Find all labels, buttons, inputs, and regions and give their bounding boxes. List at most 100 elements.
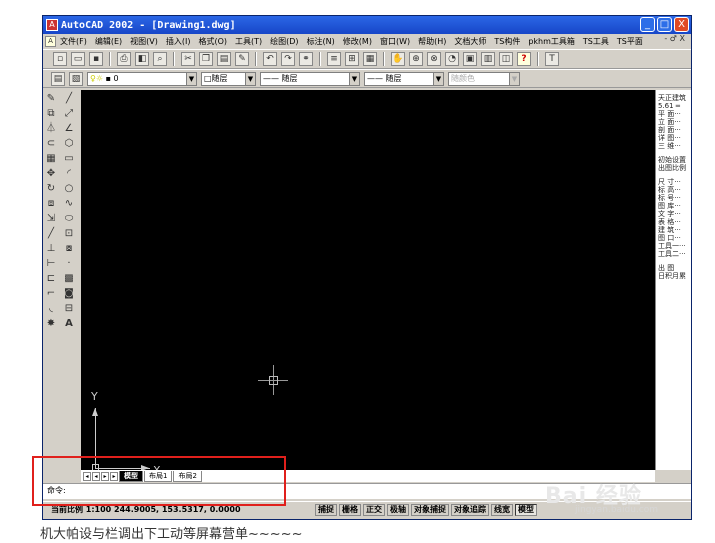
named-views-icon[interactable]: ▦ [363, 52, 377, 66]
circle-icon[interactable]: ○ [62, 182, 76, 195]
hyperlink-icon[interactable]: ⚭ [299, 52, 313, 66]
design-center-icon[interactable]: ▥ [481, 52, 495, 66]
menu-item-table[interactable]: 表 格··· [658, 218, 691, 226]
model-toggle[interactable]: 模型 [515, 503, 537, 516]
menu-item-opening[interactable]: 图 口··· [658, 234, 691, 242]
find-icon[interactable]: ⌕ [153, 52, 167, 66]
move-icon[interactable]: ✥ [44, 167, 58, 180]
menu-item-plot[interactable]: 出 图 [658, 264, 691, 272]
zoom-window-icon[interactable]: ⊗ [427, 52, 441, 66]
lineweight-toggle[interactable]: 线宽 [491, 503, 513, 516]
tracking-icon[interactable]: ≡ [327, 52, 341, 66]
polygon-icon[interactable]: ⬡ [62, 137, 76, 150]
menu-item-elevation[interactable]: 立 面··· [658, 118, 691, 126]
print-preview-icon[interactable]: ◧ [135, 52, 149, 66]
polar-toggle[interactable]: 极轴 [387, 503, 409, 516]
scale-icon[interactable]: ⧈ [44, 197, 58, 210]
layer-manager-icon[interactable]: ▤ [51, 71, 65, 86]
copy-object-icon[interactable]: ⧉ [44, 107, 58, 120]
document-icon[interactable]: A [45, 35, 56, 47]
menu-item-tools1[interactable]: 工具一··· [658, 242, 691, 250]
multiline-text-icon[interactable]: A [62, 317, 76, 330]
hatch-icon[interactable]: ▩ [62, 272, 76, 285]
menu-item-tips[interactable]: 日积月累 [658, 272, 691, 280]
help-icon[interactable]: ? [517, 52, 531, 66]
match-properties-icon[interactable]: ✎ [235, 52, 249, 66]
chevron-down-icon[interactable]: ▼ [245, 72, 255, 85]
menu-ts-plan[interactable]: TS平面 [613, 36, 647, 47]
make-object-layer-current-icon[interactable]: ▧ [69, 71, 83, 86]
menu-item-init-settings[interactable]: 初始设置 [658, 156, 691, 164]
polyline-icon[interactable]: ∠ [62, 122, 76, 135]
minimize-button[interactable]: _ [640, 17, 655, 32]
menu-view[interactable]: 视图(V) [126, 36, 162, 47]
erase-icon[interactable]: ✎ [44, 92, 58, 105]
ucs-icon[interactable]: ⊞ [345, 52, 359, 66]
chevron-down-icon[interactable]: ▼ [186, 72, 196, 85]
osnap-toggle[interactable]: 对象捕捉 [411, 503, 449, 516]
zoom-previous-icon[interactable]: ◔ [445, 52, 459, 66]
undo-icon[interactable]: ↶ [263, 52, 277, 66]
menu-item-3d[interactable]: 三 维··· [658, 142, 691, 150]
point-icon[interactable]: · [62, 257, 76, 270]
rotate-icon[interactable]: ↻ [44, 182, 58, 195]
menu-draw[interactable]: 绘图(D) [266, 36, 302, 47]
otrack-toggle[interactable]: 对象追踪 [451, 503, 489, 516]
close-button[interactable]: X [674, 17, 689, 32]
region-icon[interactable]: ◙ [62, 287, 76, 300]
menu-item-plan[interactable]: 平 面··· [658, 110, 691, 118]
menu-item-detail[interactable]: 详 图··· [658, 134, 691, 142]
menu-dimension[interactable]: 标注(N) [303, 36, 339, 47]
menu-tools[interactable]: 工具(T) [231, 36, 266, 47]
line-icon[interactable]: ╱ [62, 92, 76, 105]
lengthen-icon[interactable]: ╱ [44, 227, 58, 240]
copy-icon[interactable]: ❐ [199, 52, 213, 66]
insert-block-icon[interactable]: ⊡ [62, 227, 76, 240]
menu-item-plot-scale[interactable]: 出图比例 [658, 164, 691, 172]
chevron-down-icon[interactable]: ▼ [349, 72, 359, 85]
menu-window[interactable]: 窗口(W) [376, 36, 414, 47]
drawing-area[interactable]: Y X [81, 90, 655, 477]
properties-icon[interactable]: ▣ [463, 52, 477, 66]
new-file-icon[interactable]: ▫ [53, 52, 67, 66]
array-icon[interactable]: ▦ [44, 152, 58, 165]
menu-modify[interactable]: 修改(M) [339, 36, 376, 47]
mdi-controls[interactable]: - ♂ X [664, 34, 685, 43]
paste-icon[interactable]: ▤ [217, 52, 231, 66]
offset-icon[interactable]: ⊂ [44, 137, 58, 150]
grid-toggle[interactable]: 栅格 [339, 503, 361, 516]
spline-icon[interactable]: ∿ [62, 197, 76, 210]
menu-insert[interactable]: 插入(I) [162, 36, 195, 47]
menu-item-elevation-mark[interactable]: 标 高··· [658, 186, 691, 194]
lineweight-combo[interactable]: —— 随层 ▼ [364, 71, 444, 86]
extend-icon[interactable]: ⊢ [44, 257, 58, 270]
chevron-down-icon[interactable]: ▼ [433, 72, 443, 85]
autocad-app-icon[interactable]: A [46, 19, 58, 31]
break-icon[interactable]: ⊏ [44, 272, 58, 285]
menu-doc-master[interactable]: 文档大师 [450, 36, 490, 47]
explode-icon[interactable]: ✸ [44, 317, 58, 330]
menu-item-symbol[interactable]: 标 号··· [658, 194, 691, 202]
stretch-icon[interactable]: ⇲ [44, 212, 58, 225]
fillet-icon[interactable]: ◟ [44, 302, 58, 315]
linetype-combo[interactable]: —— 随层 ▼ [260, 71, 360, 86]
menu-item-dimension[interactable]: 尺 寸··· [658, 178, 691, 186]
menu-item-text[interactable]: 文 字··· [658, 210, 691, 218]
menu-pkhm-toolbox[interactable]: pkhm工具箱 [524, 36, 579, 47]
color-combo[interactable]: □随层 ▼ [201, 71, 256, 86]
table-icon[interactable]: ⊟ [62, 302, 76, 315]
chamfer-icon[interactable]: ⌐ [44, 287, 58, 300]
save-icon[interactable]: ▪ [89, 52, 103, 66]
open-file-icon[interactable]: ▭ [71, 52, 85, 66]
menu-format[interactable]: 格式(O) [194, 36, 231, 47]
layer-combo[interactable]: ♀☼ ▪ 0 ▼ [87, 71, 197, 86]
text-icon[interactable]: T [545, 52, 559, 66]
rectangle-icon[interactable]: ▭ [62, 152, 76, 165]
menu-item-tools2[interactable]: 工具二··· [658, 250, 691, 258]
menu-help[interactable]: 帮助(H) [414, 36, 450, 47]
menu-item-library[interactable]: 图 库··· [658, 202, 691, 210]
cut-icon[interactable]: ✂ [181, 52, 195, 66]
mirror-icon[interactable]: ⏃ [44, 122, 58, 135]
menu-item-section[interactable]: 剖 面··· [658, 126, 691, 134]
menu-ts-component[interactable]: TS构件 [490, 36, 524, 47]
